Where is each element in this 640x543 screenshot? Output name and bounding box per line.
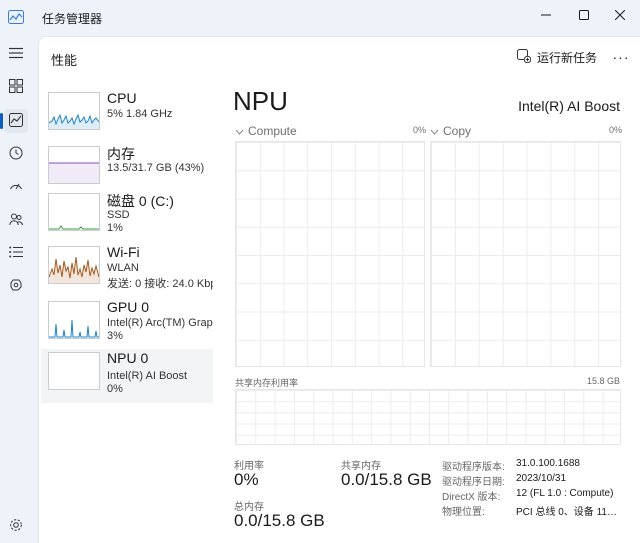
device-name: Wi-Fi [107,244,140,260]
nav-settings[interactable] [4,514,28,538]
cpu-thumbnail-graph [48,92,100,130]
shared-memory-graph-label: 共享内存利用率 [235,378,299,388]
device-throughput: 发送: 0 接收: 24.0 Kbps [107,278,213,290]
users-icon [9,212,23,229]
device-name: 内存 [107,146,135,162]
utilization-value: 0% [234,470,259,489]
device-item-npu[interactable]: NPU 0 Intel(R) AI Boost 0% [41,349,213,403]
total-memory-value: 0.0/15.8 GB [234,511,325,530]
copy-graph [430,141,621,367]
processes-icon [9,78,23,96]
driver-version-key: 驱动程序版本: [442,462,505,473]
device-name: CPU [107,90,137,106]
nav-performance[interactable] [4,109,28,133]
physical-location-key: 物理位置: [442,507,485,518]
settings-icon [9,518,23,535]
compute-graph [235,141,425,367]
title-bar: 任务管理器 [0,0,640,36]
detail-model: Intel(R) AI Boost [518,98,620,114]
device-name: NPU 0 [107,350,149,366]
window-title: 任务管理器 [42,12,103,26]
device-usage: 3% [107,330,123,342]
copy-graph-value: 0% [609,125,623,135]
device-usage: 1% [107,222,123,234]
device-name: 磁盘 0 (C:) [107,193,174,209]
gpu-thumbnail-graph [48,301,100,339]
device-item-wifi[interactable]: Wi-Fi WLAN 发送: 0 接收: 24.0 Kbps [41,243,213,297]
device-item-gpu[interactable]: GPU 0 Intel(R) Arc(TM) Graphics 3% [41,298,213,352]
compute-graph-value: 0% [413,125,427,135]
run-task-icon [517,49,532,66]
device-item-memory[interactable]: 内存 13.5/31.7 GB (43%) [41,143,213,197]
physical-location-value: PCI 总线 0、设备 11、功能 0 [516,507,626,518]
app-history-icon [9,146,23,163]
details-icon [9,246,23,261]
performance-icon [9,112,23,130]
services-icon [9,278,23,295]
chevron-down-icon [430,124,439,138]
shared-memory-graph-max: 15.8 GB [586,376,620,386]
driver-date-key: 驱动程序日期: [442,477,505,488]
device-detail: WLAN [107,262,139,274]
nav-startup[interactable] [4,175,28,199]
hamburger-menu-button[interactable] [4,42,28,66]
compute-graph-label: Compute [248,124,297,138]
shared-memory-value: 0.0/15.8 GB [341,470,432,489]
compute-graph-selector[interactable]: Compute [235,124,297,138]
device-item-cpu[interactable]: CPU 5% 1.84 GHz [41,89,213,143]
run-new-task-button[interactable]: 运行新任务 [517,49,597,66]
directx-version-key: DirectX 版本: [442,492,501,503]
device-detail: SSD [107,209,130,221]
copy-graph-label: Copy [443,124,472,138]
device-detail: 5% 1.84 GHz [107,108,173,120]
page-title: 性能 [51,53,78,68]
chevron-down-icon [235,124,244,138]
nav-details[interactable] [4,241,28,265]
device-name: GPU 0 [107,299,150,315]
driver-date-value: 2023/10/31 [516,473,567,484]
nav-services[interactable] [4,274,28,298]
directx-version-value: 12 (FL 1.0 : Compute) [516,488,614,499]
detail-title: NPU [233,86,288,116]
nav-processes[interactable] [4,75,28,99]
wifi-thumbnail-graph [48,246,100,284]
run-task-label: 运行新任务 [537,51,598,65]
task-manager-app-icon [8,10,24,24]
copy-graph-selector[interactable]: Copy [430,124,471,138]
close-button[interactable] [598,0,640,30]
startup-icon [9,179,23,196]
nav-users[interactable] [4,208,28,232]
disk-thumbnail-graph [48,193,100,231]
more-options-button[interactable]: ··· [611,47,631,67]
device-usage: 0% [107,383,123,395]
device-detail: 13.5/31.7 GB (43%) [107,162,205,174]
device-detail: Intel(R) Arc(TM) Graphics [107,317,213,329]
active-nav-indicator [0,113,3,129]
performance-panel: 性能 运行新任务 ··· CPU 5% 1.84 GHz 内存 13.5/31.… [38,36,640,543]
npu-thumbnail-graph [48,352,100,390]
driver-version-value: 31.0.100.1688 [516,458,580,469]
device-detail: Intel(R) AI Boost [107,370,188,382]
device-item-disk[interactable]: 磁盘 0 (C:) SSD 1% [41,190,213,244]
shared-memory-graph [235,389,621,445]
nav-app-history[interactable] [4,142,28,166]
hamburger-icon [9,47,23,62]
memory-thumbnail-graph [48,146,100,184]
